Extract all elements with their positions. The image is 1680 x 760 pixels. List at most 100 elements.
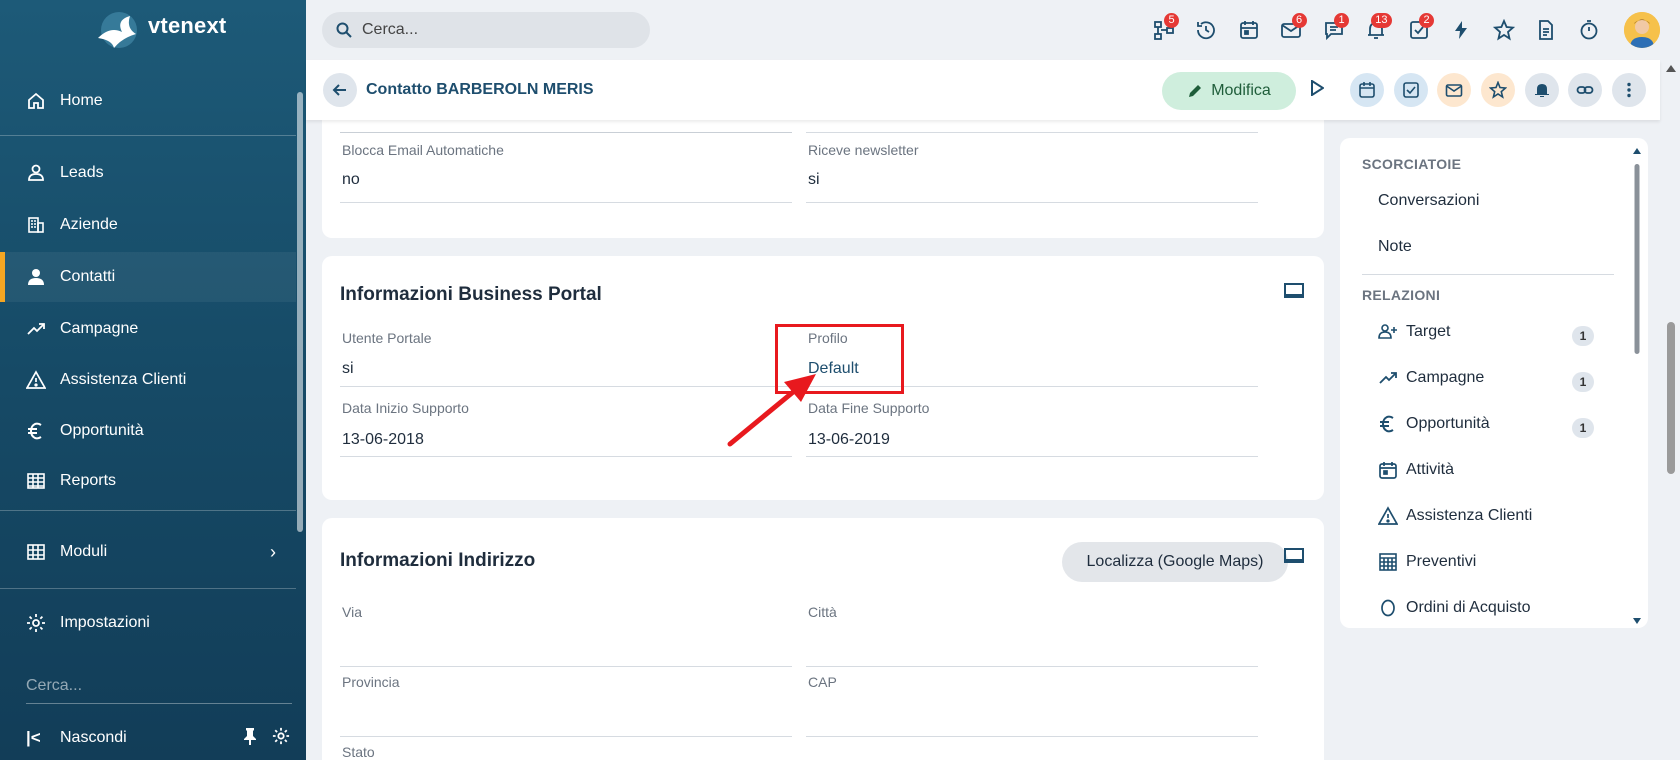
- bell-icon: [1535, 84, 1549, 97]
- sidebar-item-contatti[interactable]: Contatti: [0, 252, 296, 302]
- sidebar-search-input[interactable]: Cerca...: [26, 668, 292, 704]
- sidebar-item-label: Opportunità: [60, 422, 144, 439]
- google-maps-button[interactable]: Localizza (Google Maps): [1062, 542, 1288, 582]
- sidebar-item-label: Leads: [60, 164, 104, 181]
- hide-sidebar-button[interactable]: |< Nascondi: [26, 722, 296, 754]
- relation-campagne[interactable]: Campagne: [1378, 368, 1484, 388]
- tasks-icon[interactable]: 2: [1398, 10, 1441, 50]
- relation-count: 1: [1572, 418, 1594, 438]
- add-task-button[interactable]: [1394, 73, 1428, 107]
- add-event-button[interactable]: [1350, 73, 1384, 107]
- app-logo[interactable]: vtenext: [92, 8, 226, 54]
- sidebar-settings-gear-icon[interactable]: [272, 727, 290, 750]
- sidebar-item-reports[interactable]: Reports: [0, 456, 296, 506]
- relation-assistenza-clienti[interactable]: Assistenza Clienti: [1378, 506, 1532, 526]
- sidebar-item-opportunita[interactable]: Opportunità: [0, 406, 296, 456]
- monitor-icon[interactable]: [1284, 548, 1304, 564]
- field-divider: [806, 666, 1258, 667]
- sidebar-item-campagne[interactable]: Campagne: [0, 304, 296, 354]
- relation-label: Attività: [1406, 461, 1455, 478]
- tasks-badge: 2: [1419, 13, 1434, 28]
- page-scrollbar[interactable]: [1662, 60, 1680, 760]
- shortcut-note[interactable]: Note: [1378, 238, 1412, 256]
- edit-button[interactable]: Modifica: [1162, 72, 1296, 110]
- field-divider: [806, 736, 1258, 737]
- sidebar-item-label: Impostazioni: [60, 614, 150, 631]
- notification-button[interactable]: [1525, 73, 1559, 107]
- search-icon: [336, 22, 352, 38]
- sidebar-item-aziende[interactable]: Aziende: [0, 200, 296, 250]
- trend-icon: [1379, 372, 1397, 384]
- relation-ordini-di-acquisto[interactable]: Ordini di Acquisto: [1378, 598, 1531, 618]
- field-label: Città: [808, 604, 837, 620]
- network-icon[interactable]: 5: [1143, 10, 1186, 50]
- chevron-right-icon: ›: [270, 541, 276, 562]
- relation-attivita[interactable]: Attività: [1378, 460, 1454, 480]
- relation-label: Target: [1406, 323, 1451, 340]
- relation-preventivi[interactable]: Preventivi: [1378, 552, 1476, 572]
- relations-heading: RELAZIONI: [1362, 287, 1441, 303]
- link-button[interactable]: [1568, 73, 1602, 107]
- sidebar-item-assistenza-clienti[interactable]: Assistenza Clienti: [0, 355, 296, 405]
- sidebar-item-label: Contatti: [60, 268, 116, 285]
- global-search-input[interactable]: Cerca...: [322, 12, 650, 48]
- favorite-button[interactable]: [1481, 73, 1515, 107]
- back-button[interactable]: [323, 73, 357, 107]
- history-icon[interactable]: [1185, 10, 1228, 50]
- sidebar-item-leads[interactable]: Leads: [0, 148, 296, 198]
- link-icon: [1576, 86, 1594, 94]
- relation-label: Preventivi: [1406, 553, 1477, 570]
- play-icon[interactable]: [1310, 79, 1325, 101]
- calendar-icon[interactable]: [1228, 10, 1271, 50]
- topbar: Cerca... 5 6 1 13 2: [306, 0, 1680, 60]
- pin-icon[interactable]: [242, 727, 258, 750]
- related-panel: SCORCIATOIE Conversazioni Note RELAZIONI…: [1340, 138, 1648, 628]
- field-label: CAP: [808, 674, 837, 690]
- record-title: Contatto BARBEROLN MERIS: [366, 81, 594, 98]
- chat-badge: 1: [1334, 13, 1349, 28]
- sidebar-divider: [0, 135, 296, 136]
- sidebar-item-label: Campagne: [60, 320, 139, 337]
- kebab-menu-icon: [1627, 82, 1631, 98]
- circle-icon: [1381, 599, 1395, 617]
- table-icon: [26, 471, 46, 491]
- mail-icon[interactable]: 6: [1270, 10, 1313, 50]
- sidebar-item-moduli[interactable]: Moduli ›: [0, 527, 296, 577]
- relation-opportunita[interactable]: Opportunità: [1378, 414, 1490, 434]
- timer-icon[interactable]: [1568, 10, 1611, 50]
- shortcut-conversazioni[interactable]: Conversazioni: [1378, 192, 1479, 210]
- field-divider: [340, 736, 792, 737]
- star-icon[interactable]: [1483, 10, 1526, 50]
- chat-icon[interactable]: 1: [1313, 10, 1356, 50]
- shortcuts-heading: SCORCIATOIE: [1362, 156, 1462, 172]
- user-avatar[interactable]: [1624, 12, 1660, 48]
- more-options-button[interactable]: [1612, 73, 1646, 107]
- hide-label: Nascondi: [60, 729, 127, 746]
- bell-badge: 13: [1371, 13, 1392, 28]
- euro-icon: [1380, 415, 1394, 433]
- record-header: Contatto BARBEROLN MERIS Modifica: [306, 60, 1660, 120]
- relation-target[interactable]: Target: [1378, 322, 1450, 342]
- mail-badge: 6: [1291, 13, 1307, 28]
- user-icon: [26, 267, 46, 287]
- field-label: Provincia: [342, 674, 400, 690]
- sidebar-item-home[interactable]: Home: [0, 76, 296, 126]
- panel-scrollbar[interactable]: [1632, 146, 1642, 626]
- lightning-icon[interactable]: [1440, 10, 1483, 50]
- bell-icon[interactable]: 13: [1355, 10, 1398, 50]
- calendar-icon: [1379, 462, 1397, 479]
- sidebar-item-impostazioni[interactable]: Impostazioni: [0, 598, 296, 648]
- sidebar-scrollbar[interactable]: [297, 80, 303, 640]
- relation-label: Opportunità: [1406, 415, 1490, 432]
- grid-icon: [26, 542, 46, 562]
- document-icon[interactable]: [1525, 10, 1568, 50]
- field-divider: [340, 666, 792, 667]
- collapse-icon: |<: [26, 728, 41, 747]
- section-title: Informazioni Indirizzo: [340, 550, 536, 571]
- sidebar-item-label: Reports: [60, 472, 117, 489]
- relation-count: 1: [1572, 372, 1594, 392]
- send-email-button[interactable]: [1437, 73, 1471, 107]
- calculator-icon: [1379, 553, 1397, 571]
- sidebar-item-label: Moduli: [60, 543, 108, 560]
- sidebar: vtenext Home Leads Aziende Contatti Camp…: [0, 0, 306, 760]
